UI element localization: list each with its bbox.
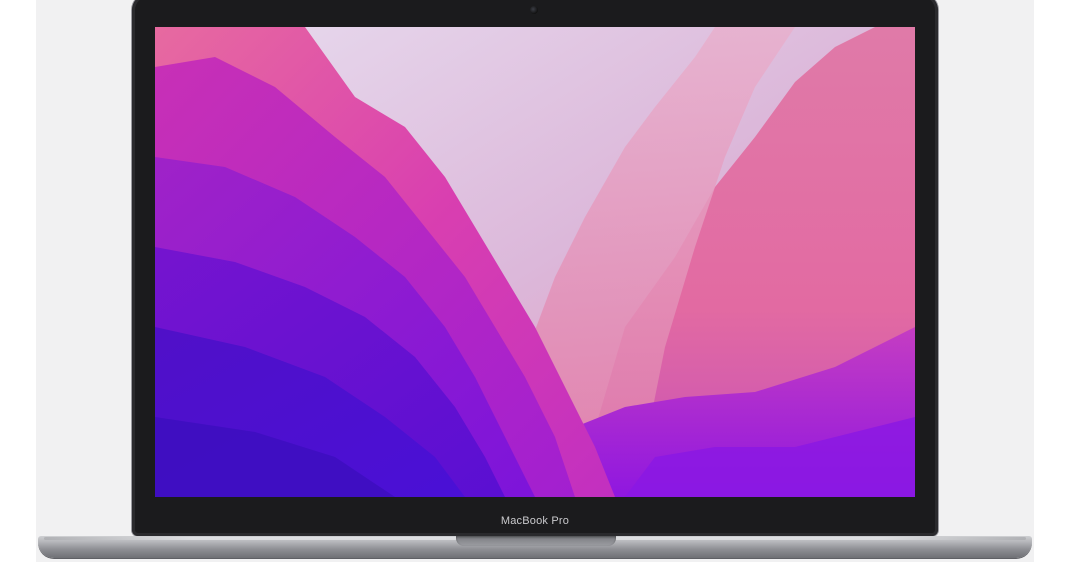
product-photo: MacBook Pro bbox=[0, 0, 1080, 562]
camera-icon bbox=[530, 6, 538, 14]
laptop-lid: MacBook Pro bbox=[132, 0, 938, 536]
lid-opening-notch bbox=[456, 536, 616, 546]
laptop-screen bbox=[155, 27, 915, 497]
laptop-base bbox=[38, 536, 1032, 558]
wallpaper-image bbox=[155, 27, 915, 497]
laptop-model-label: MacBook Pro bbox=[500, 515, 570, 527]
